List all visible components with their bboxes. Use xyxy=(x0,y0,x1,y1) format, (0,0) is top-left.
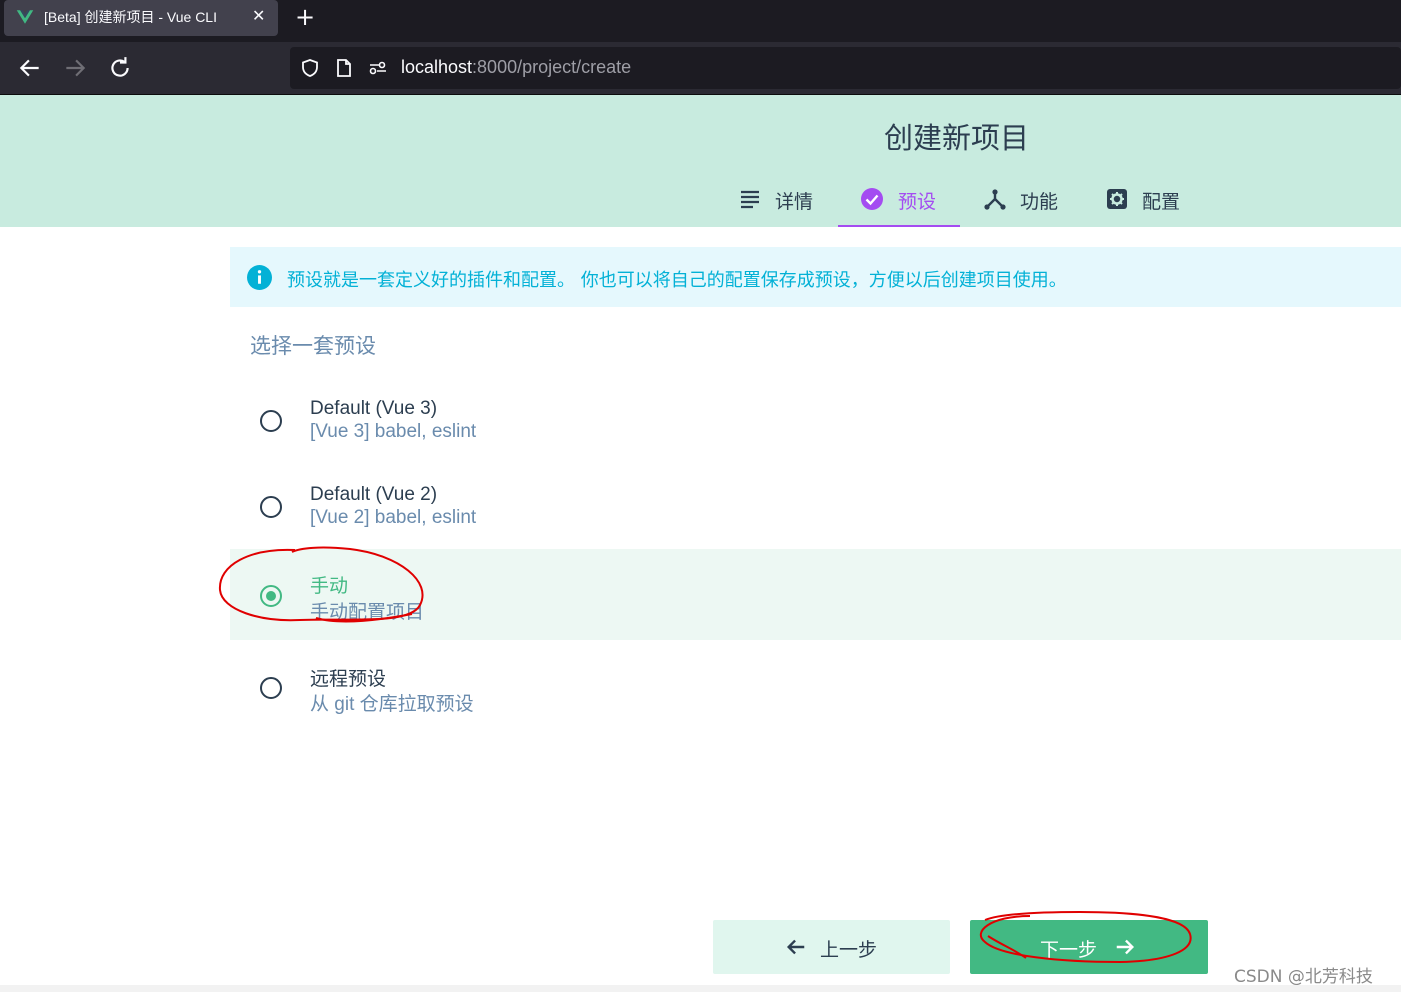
url-text[interactable]: localhost:8000/project/create xyxy=(401,57,631,78)
close-tab-icon[interactable]: ✕ xyxy=(252,6,265,25)
section-title: 选择一套预设 xyxy=(250,334,376,358)
radio-button[interactable] xyxy=(260,496,282,518)
preset-name: 远程预设 xyxy=(310,669,387,690)
next-button[interactable]: 下一步 xyxy=(970,920,1208,974)
url-bar[interactable]: localhost:8000/project/create xyxy=(290,47,1401,89)
info-icon xyxy=(247,265,272,290)
preset-name: 手动 xyxy=(310,576,349,597)
settings-icon xyxy=(1107,189,1127,209)
check-circle-icon xyxy=(861,188,883,210)
browser-tab-bar: [Beta] 创建新项目 - Vue CLI ✕ + xyxy=(0,0,1401,42)
shield-icon[interactable] xyxy=(300,58,320,78)
tab-features-label: 功能 xyxy=(1020,191,1059,213)
preset-name: Default (Vue 3) xyxy=(310,398,438,419)
tab-config[interactable]: 配置 xyxy=(1105,175,1195,227)
vue-logo-icon xyxy=(16,10,34,24)
info-text: 预设就是一套定义好的插件和配置。 你也可以将自己的配置保存成预设，方便以后创建项… xyxy=(287,270,1067,291)
info-banner: 预设就是一套定义好的插件和配置。 你也可以将自己的配置保存成预设，方便以后创建项… xyxy=(230,247,1401,307)
preset-option-remote[interactable]: 远程预设 从 git 仓库拉取预设 xyxy=(230,642,1401,732)
tab-features[interactable]: 功能 xyxy=(983,175,1073,227)
preset-description: [Vue 2] babel, eslint xyxy=(310,507,477,528)
tab-config-label: 配置 xyxy=(1142,191,1181,213)
preset-option-manual[interactable]: 手动 手动配置项目 xyxy=(230,549,1401,640)
watermark: CSDN @北芳科技 xyxy=(1234,967,1373,987)
page-icon[interactable] xyxy=(334,58,354,78)
forward-icon[interactable] xyxy=(62,55,88,81)
list-icon xyxy=(741,190,759,209)
bottom-strip xyxy=(0,985,1401,992)
tab-presets[interactable]: 预设 xyxy=(838,175,960,227)
radio-button[interactable] xyxy=(260,677,282,699)
preset-description: 从 git 仓库拉取预设 xyxy=(310,694,474,715)
preset-option-vue2[interactable]: Default (Vue 2) [Vue 2] babel, eslint xyxy=(230,462,1401,552)
browser-tab[interactable]: [Beta] 创建新项目 - Vue CLI ✕ xyxy=(4,0,278,36)
new-tab-icon[interactable]: + xyxy=(295,3,315,31)
next-button-label: 下一步 xyxy=(1040,939,1098,961)
radio-button-selected[interactable] xyxy=(260,585,282,607)
tab-presets-label: 预设 xyxy=(898,191,937,213)
previous-button-label: 上一步 xyxy=(820,939,878,961)
radio-dot xyxy=(266,591,276,601)
preset-name: Default (Vue 2) xyxy=(310,484,438,505)
permissions-icon[interactable] xyxy=(368,58,388,78)
reload-icon[interactable] xyxy=(107,55,133,81)
preset-description: 手动配置项目 xyxy=(310,602,425,623)
back-icon[interactable] xyxy=(17,55,43,81)
previous-button[interactable]: 上一步 xyxy=(713,920,950,974)
url-host: localhost xyxy=(401,57,473,77)
page-title: 创建新项目 xyxy=(884,121,1030,155)
radio-button[interactable] xyxy=(260,410,282,432)
preset-description: [Vue 3] babel, eslint xyxy=(310,421,477,442)
arrow-right-icon xyxy=(1116,939,1135,955)
preset-option-vue3[interactable]: Default (Vue 3) [Vue 3] babel, eslint xyxy=(230,376,1401,466)
step-tabs: 详情 预设 功能 配置 xyxy=(0,175,1401,227)
tab-title: [Beta] 创建新项目 - Vue CLI xyxy=(44,9,217,25)
tab-details[interactable]: 详情 xyxy=(738,175,830,227)
arrow-left-icon xyxy=(786,939,805,955)
browser-nav-bar: localhost:8000/project/create xyxy=(0,42,1401,95)
fork-icon xyxy=(984,189,1006,210)
page-header: 创建新项目 详情 预设 功能 配置 xyxy=(0,95,1401,227)
url-path: :8000/project/create xyxy=(472,57,632,77)
tab-details-label: 详情 xyxy=(775,191,814,213)
